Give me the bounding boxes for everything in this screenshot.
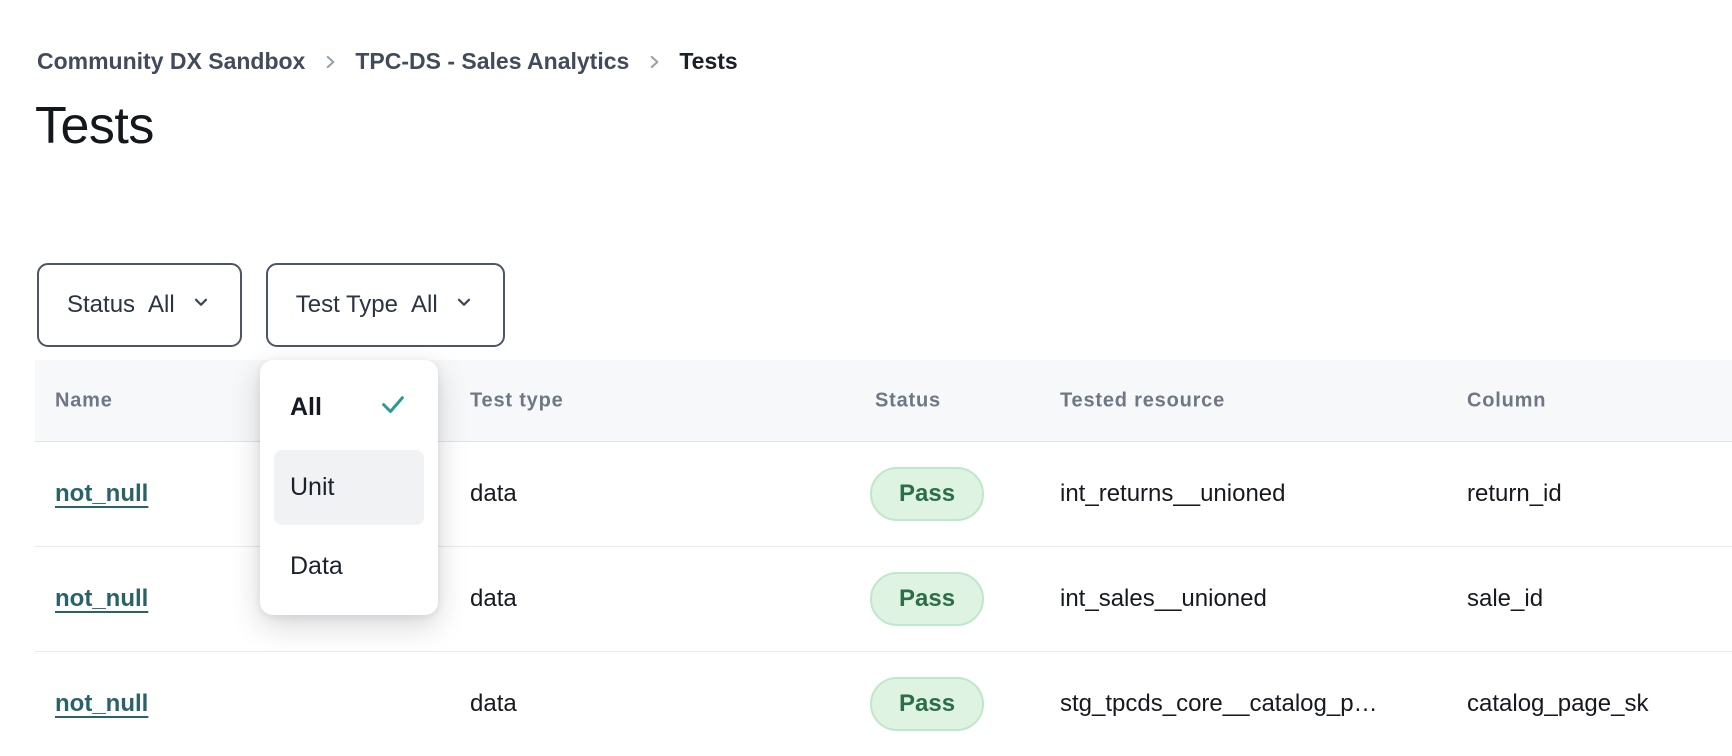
- test-name-link[interactable]: not_null: [55, 480, 148, 508]
- dropdown-option-all[interactable]: All: [274, 378, 424, 436]
- chevron-right-icon: [321, 53, 339, 71]
- status-badge: Pass: [870, 677, 984, 731]
- column-cell: sale_id: [1467, 585, 1543, 613]
- status-badge: Pass: [870, 572, 984, 626]
- test-type-cell: data: [470, 585, 517, 613]
- dropdown-option-unit[interactable]: Unit: [274, 450, 424, 525]
- chevron-right-icon: [645, 53, 663, 71]
- test-type-filter-label: Test Type: [296, 291, 398, 319]
- status-filter-button[interactable]: Status All: [37, 263, 242, 347]
- page-title: Tests: [35, 96, 154, 156]
- column-header-test-type: Test type: [470, 389, 564, 412]
- status-filter-value: All: [148, 291, 175, 319]
- tested-resource-cell: stg_tpcds_core__catalog_p…: [1060, 690, 1378, 718]
- tested-resource-cell: int_sales__unioned: [1060, 585, 1267, 613]
- column-header-name: Name: [55, 389, 113, 412]
- breadcrumb-current: Tests: [679, 48, 737, 75]
- test-type-cell: data: [470, 480, 517, 508]
- dropdown-option-label: All: [290, 393, 322, 422]
- column-cell: catalog_page_sk: [1467, 690, 1648, 718]
- dropdown-option-data[interactable]: Data: [274, 535, 424, 597]
- dropdown-option-label: Unit: [290, 473, 334, 502]
- breadcrumb: Community DX Sandbox TPC-DS - Sales Anal…: [37, 48, 738, 75]
- breadcrumb-link-account[interactable]: Community DX Sandbox: [37, 48, 305, 75]
- dropdown-option-label: Data: [290, 552, 343, 581]
- test-name-link[interactable]: not_null: [55, 585, 148, 613]
- tests-page: Community DX Sandbox TPC-DS - Sales Anal…: [0, 0, 1732, 756]
- column-header-status: Status: [875, 389, 941, 412]
- column-header-column: Column: [1467, 389, 1546, 412]
- filter-bar: Status All Test Type All: [37, 263, 505, 347]
- status-filter-label: Status: [67, 291, 135, 319]
- test-type-cell: data: [470, 690, 517, 718]
- test-type-dropdown-menu: All Unit Data: [260, 360, 438, 615]
- tested-resource-cell: int_returns__unioned: [1060, 480, 1286, 508]
- test-type-filter-value: All: [411, 291, 438, 319]
- column-cell: return_id: [1467, 480, 1562, 508]
- chevron-down-icon: [451, 291, 475, 320]
- status-badge: Pass: [870, 467, 984, 521]
- test-name-link[interactable]: not_null: [55, 690, 148, 718]
- chevron-down-icon: [188, 291, 212, 320]
- table-row: not_null data Pass stg_tpcds_core__catal…: [35, 652, 1732, 756]
- column-header-tested-resource: Tested resource: [1060, 389, 1225, 412]
- check-icon: [378, 389, 408, 426]
- breadcrumb-link-project[interactable]: TPC-DS - Sales Analytics: [355, 48, 629, 75]
- test-type-filter-button[interactable]: Test Type All: [266, 263, 505, 347]
